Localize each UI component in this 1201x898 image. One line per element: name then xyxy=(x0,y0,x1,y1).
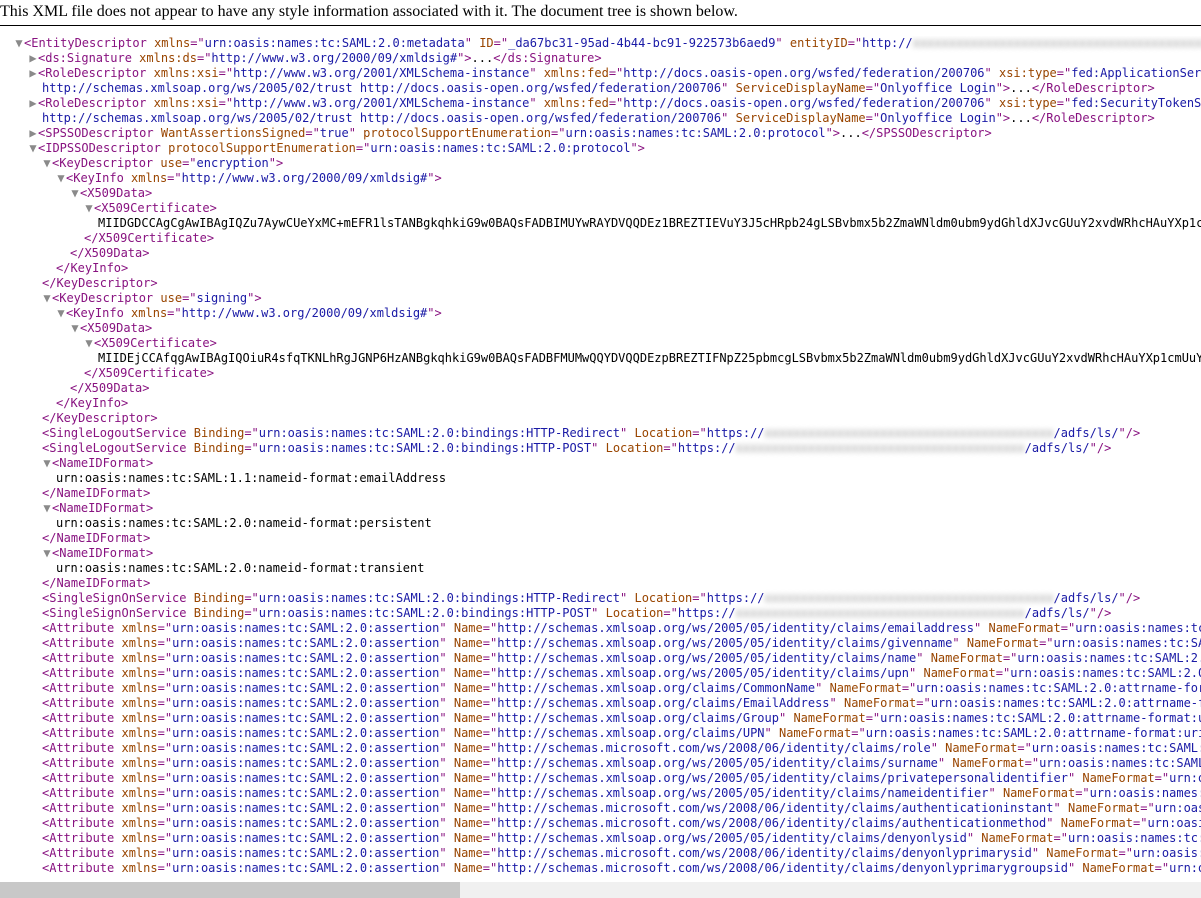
chevron-down-icon[interactable]: ▼ xyxy=(70,186,80,201)
nid1-open[interactable]: ▼<NameIDFormat> xyxy=(0,456,1201,471)
x509cert-close: </X509Certificate> xyxy=(0,231,1201,246)
attribute-row: <Attribute xmlns="urn:oasis:names:tc:SAM… xyxy=(0,681,1201,696)
attribute-row: <Attribute xmlns="urn:oasis:names:tc:SAM… xyxy=(0,861,1201,876)
attribute-row: <Attribute xmlns="urn:oasis:names:tc:SAM… xyxy=(0,636,1201,651)
no-style-banner: This XML file does not appear to have an… xyxy=(0,0,1201,26)
idpsso-open[interactable]: ▼<IDPSSODescriptor protocolSupportEnumer… xyxy=(0,141,1201,156)
chevron-down-icon[interactable]: ▼ xyxy=(56,306,66,321)
attribute-row: <Attribute xmlns="urn:oasis:names:tc:SAM… xyxy=(0,726,1201,741)
x509data-close: </X509Data> xyxy=(0,246,1201,261)
attribute-row: <Attribute xmlns="urn:oasis:names:tc:SAM… xyxy=(0,651,1201,666)
chevron-down-icon[interactable]: ▼ xyxy=(70,321,80,336)
attribute-row: <Attribute xmlns="urn:oasis:names:tc:SAM… xyxy=(0,621,1201,636)
roledescriptor-2[interactable]: ▶<RoleDescriptor xmlns:xsi="http://www.w… xyxy=(0,96,1201,111)
roledescriptor-1-cont: http://schemas.xmlsoap.org/ws/2005/02/tr… xyxy=(0,81,1201,96)
attribute-row: <Attribute xmlns="urn:oasis:names:tc:SAM… xyxy=(0,846,1201,861)
kd-sig-close: </KeyDescriptor> xyxy=(0,411,1201,426)
chevron-down-icon[interactable]: ▼ xyxy=(42,291,52,306)
x509cert-open[interactable]: ▼<X509Certificate> xyxy=(0,201,1201,216)
nid2-open[interactable]: ▼<NameIDFormat> xyxy=(0,501,1201,516)
attribute-row: <Attribute xmlns="urn:oasis:names:tc:SAM… xyxy=(0,696,1201,711)
keyinfo2-open[interactable]: ▼<KeyInfo xmlns="http://www.w3.org/2000/… xyxy=(0,306,1201,321)
nid3-text: urn:oasis:names:tc:SAML:2.0:nameid-forma… xyxy=(0,561,1201,576)
slo-post: <SingleLogoutService Binding="urn:oasis:… xyxy=(0,441,1201,456)
roledescriptor-2-cont: http://schemas.xmlsoap.org/ws/2005/02/tr… xyxy=(0,111,1201,126)
chevron-down-icon[interactable]: ▼ xyxy=(42,501,52,516)
nid2-text: urn:oasis:names:tc:SAML:2.0:nameid-forma… xyxy=(0,516,1201,531)
kd-enc-close: </KeyDescriptor> xyxy=(0,276,1201,291)
chevron-right-icon[interactable]: ▶ xyxy=(28,126,38,141)
x509data2-open[interactable]: ▼<X509Data> xyxy=(0,321,1201,336)
attribute-row: <Attribute xmlns="urn:oasis:names:tc:SAM… xyxy=(0,831,1201,846)
x509data2-close: </X509Data> xyxy=(0,381,1201,396)
nid3-close: </NameIDFormat> xyxy=(0,576,1201,591)
keyinfo-open[interactable]: ▼<KeyInfo xmlns="http://www.w3.org/2000/… xyxy=(0,171,1201,186)
nid1-close: </NameIDFormat> xyxy=(0,486,1201,501)
chevron-right-icon[interactable]: ▶ xyxy=(28,66,38,81)
slo-redirect: <SingleLogoutService Binding="urn:oasis:… xyxy=(0,426,1201,441)
cert1-text: MIIDGDCCAgCgAwIBAgIQZu7AywCUeYxMC+mEFR1l… xyxy=(0,216,1201,231)
kd-enc-open[interactable]: ▼<KeyDescriptor use="encryption"> xyxy=(0,156,1201,171)
chevron-down-icon[interactable]: ▼ xyxy=(84,201,94,216)
chevron-right-icon[interactable]: ▶ xyxy=(28,51,38,66)
attribute-row: <Attribute xmlns="urn:oasis:names:tc:SAM… xyxy=(0,666,1201,681)
nid2-close: </NameIDFormat> xyxy=(0,531,1201,546)
nid3-open[interactable]: ▼<NameIDFormat> xyxy=(0,546,1201,561)
attribute-row: <Attribute xmlns="urn:oasis:names:tc:SAM… xyxy=(0,786,1201,801)
sso-redirect: <SingleSignOnService Binding="urn:oasis:… xyxy=(0,591,1201,606)
chevron-down-icon[interactable]: ▼ xyxy=(84,336,94,351)
attribute-row: <Attribute xmlns="urn:oasis:names:tc:SAM… xyxy=(0,816,1201,831)
spsso-row[interactable]: ▶<SPSSODescriptor WantAssertionsSigned="… xyxy=(0,126,1201,141)
roledescriptor-1[interactable]: ▶<RoleDescriptor xmlns:xsi="http://www.w… xyxy=(0,66,1201,81)
attribute-row: <Attribute xmlns="urn:oasis:names:tc:SAM… xyxy=(0,711,1201,726)
x509data-open[interactable]: ▼<X509Data> xyxy=(0,186,1201,201)
attribute-row: <Attribute xmlns="urn:oasis:names:tc:SAM… xyxy=(0,801,1201,816)
x509cert2-close: </X509Certificate> xyxy=(0,366,1201,381)
attribute-row: <Attribute xmlns="urn:oasis:names:tc:SAM… xyxy=(0,741,1201,756)
kd-sig-open[interactable]: ▼<KeyDescriptor use="signing"> xyxy=(0,291,1201,306)
nid1-text: urn:oasis:names:tc:SAML:1.1:nameid-forma… xyxy=(0,471,1201,486)
chevron-down-icon[interactable]: ▼ xyxy=(56,171,66,186)
chevron-down-icon[interactable]: ▼ xyxy=(42,546,52,561)
root-open[interactable]: ▼<EntityDescriptor xmlns="urn:oasis:name… xyxy=(0,36,1201,51)
xml-tree: ▼<EntityDescriptor xmlns="urn:oasis:name… xyxy=(0,36,1201,876)
sso-post: <SingleSignOnService Binding="urn:oasis:… xyxy=(0,606,1201,621)
keyinfo2-close: </KeyInfo> xyxy=(0,396,1201,411)
attribute-row: <Attribute xmlns="urn:oasis:names:tc:SAM… xyxy=(0,756,1201,771)
chevron-down-icon[interactable]: ▼ xyxy=(14,36,24,51)
x509cert2-open[interactable]: ▼<X509Certificate> xyxy=(0,336,1201,351)
scrollbar-thumb[interactable] xyxy=(0,882,460,898)
keyinfo-close: </KeyInfo> xyxy=(0,261,1201,276)
chevron-down-icon[interactable]: ▼ xyxy=(42,156,52,171)
chevron-right-icon[interactable]: ▶ xyxy=(28,96,38,111)
chevron-down-icon[interactable]: ▼ xyxy=(28,141,38,156)
cert2-text: MIIDEjCCAfqgAwIBAgIQOiuR4sfqTKNLhRgJGNP6… xyxy=(0,351,1201,366)
attribute-row: <Attribute xmlns="urn:oasis:names:tc:SAM… xyxy=(0,771,1201,786)
chevron-down-icon[interactable]: ▼ xyxy=(42,456,52,471)
signature-row[interactable]: ▶<ds:Signature xmlns:ds="http://www.w3.o… xyxy=(0,51,1201,66)
horizontal-scrollbar[interactable] xyxy=(0,882,1201,898)
